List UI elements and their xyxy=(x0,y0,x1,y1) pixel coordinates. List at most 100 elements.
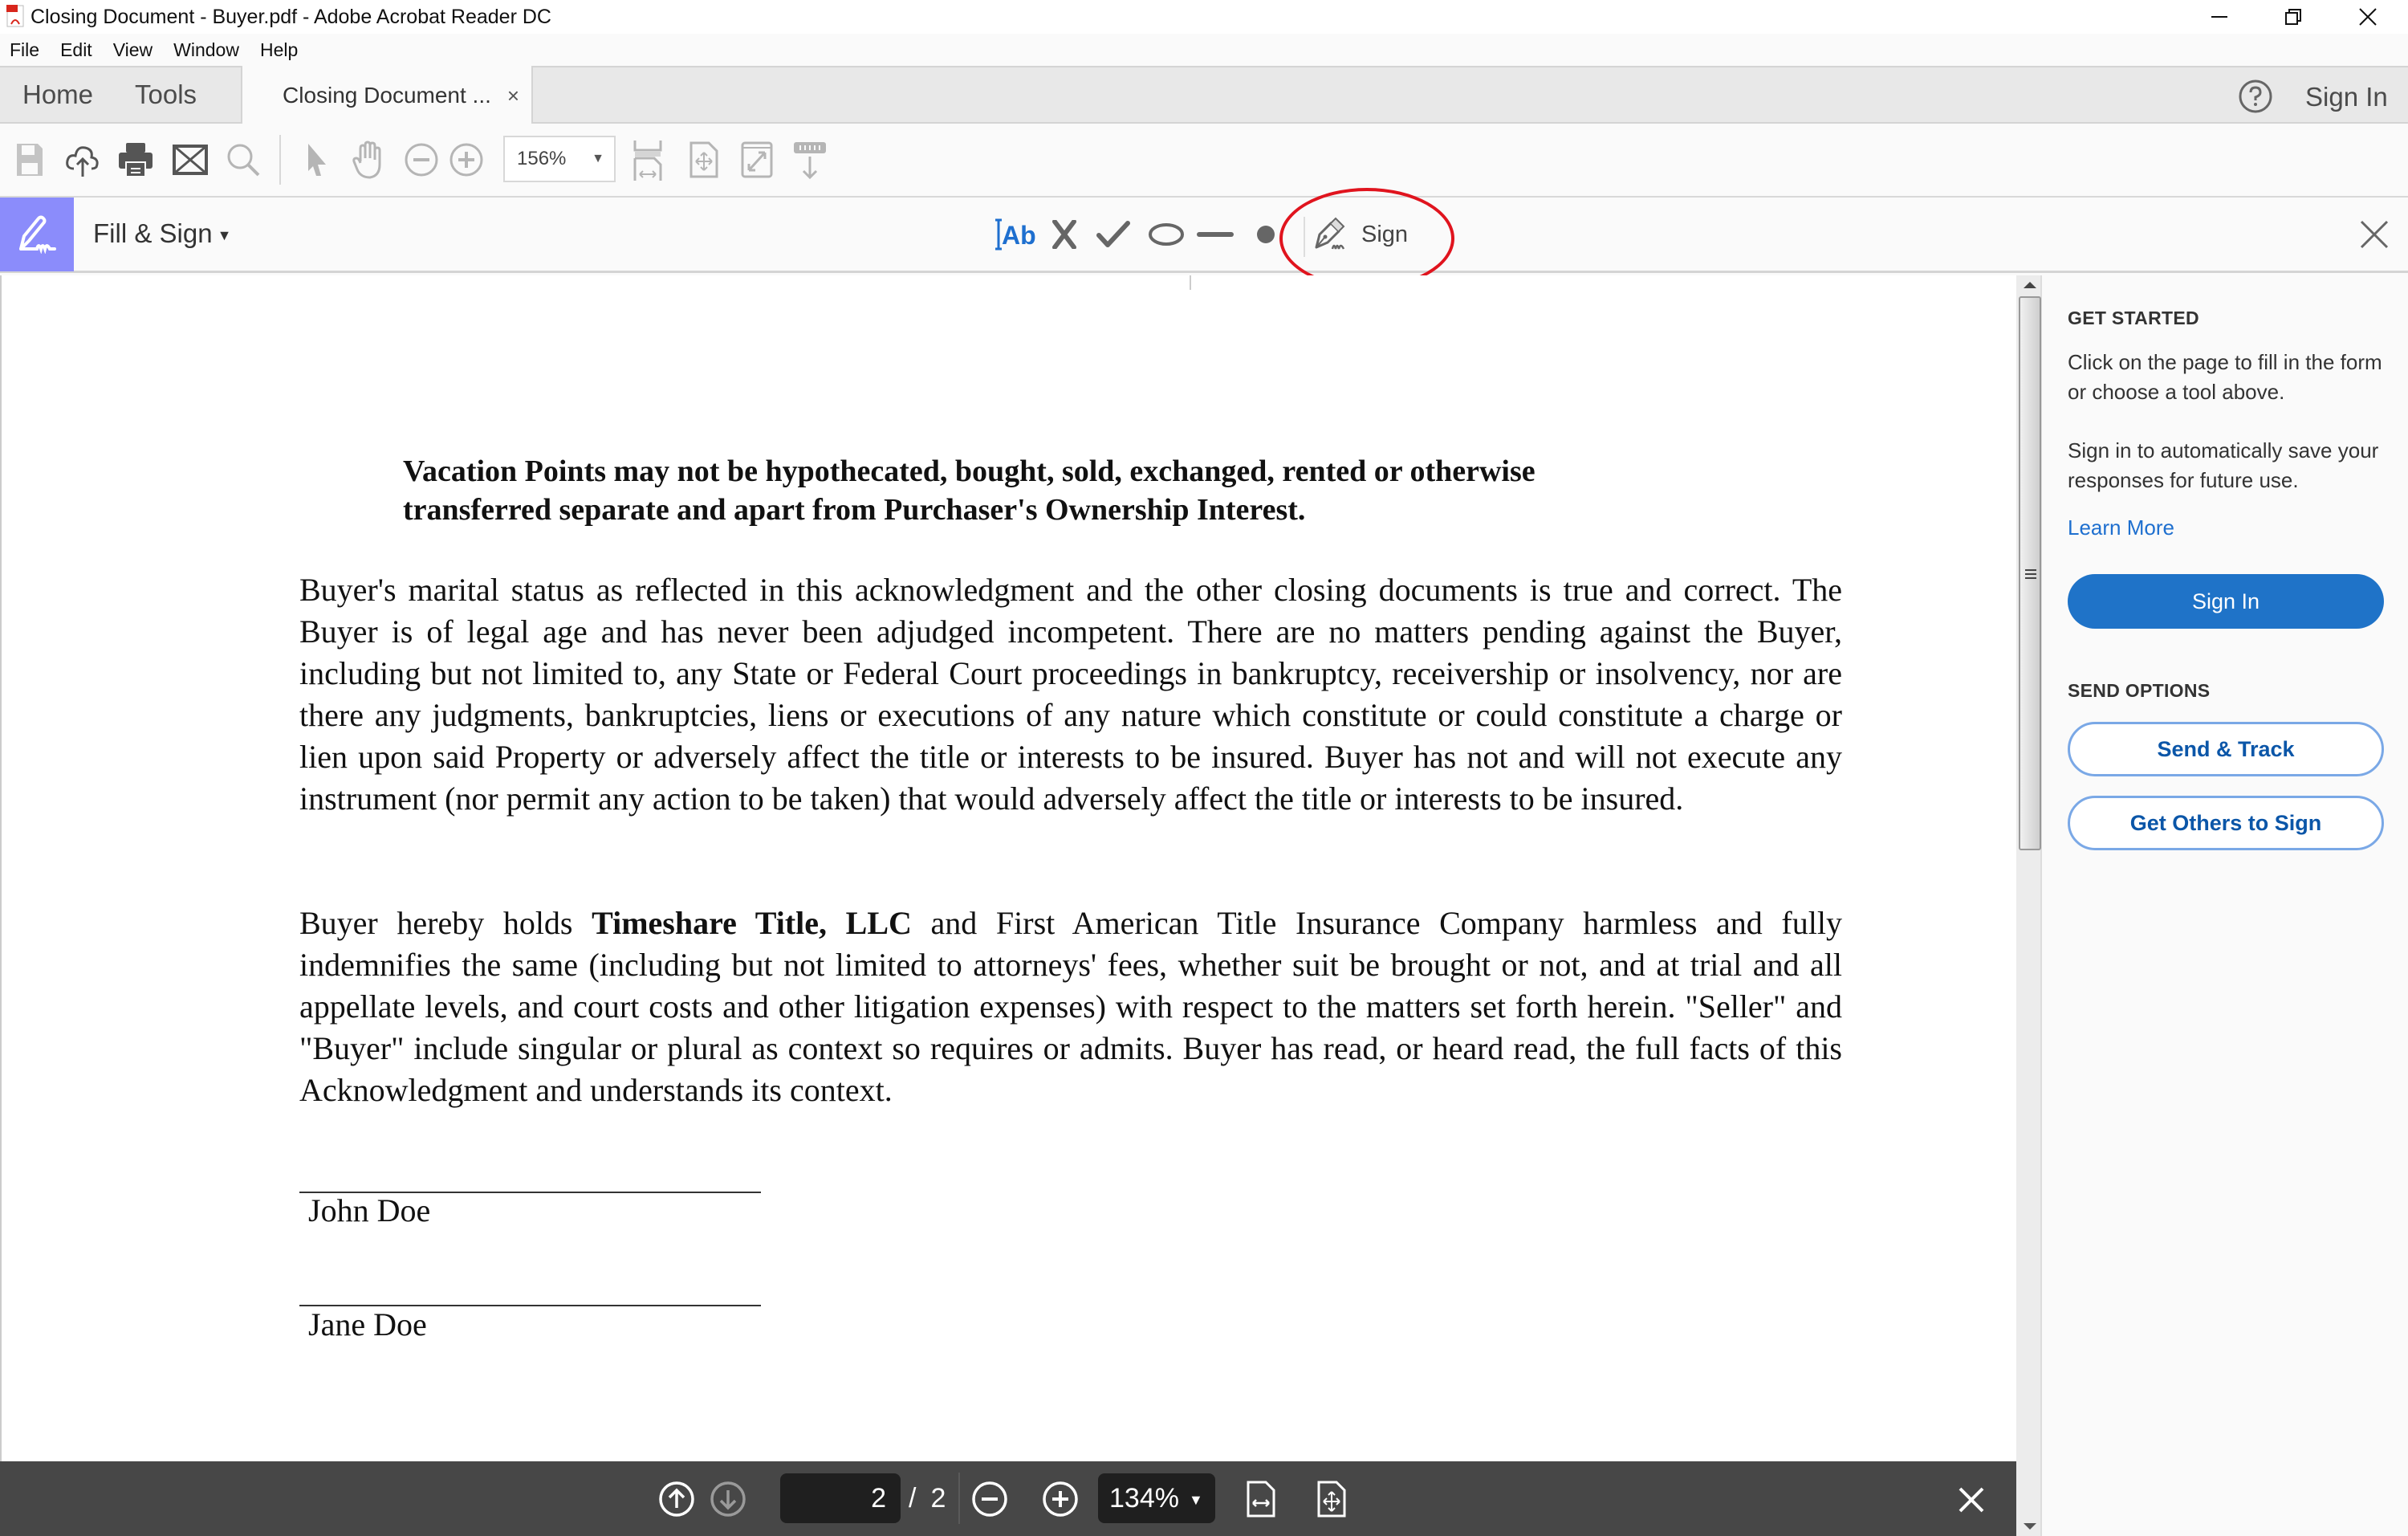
search-button[interactable] xyxy=(223,140,263,180)
page-divider xyxy=(1190,275,1191,290)
dot-tool[interactable] xyxy=(1254,214,1278,255)
help-icon[interactable] xyxy=(2238,79,2273,114)
read-mode-button[interactable] xyxy=(790,140,830,180)
fit-page-icon xyxy=(1317,1481,1346,1518)
hand-tool-button[interactable] xyxy=(348,140,388,180)
circle-tool[interactable] xyxy=(1146,214,1186,255)
scroll-mode-button[interactable] xyxy=(628,140,668,181)
check-mark-icon xyxy=(1096,221,1130,247)
cross-mark-icon xyxy=(1052,220,1076,249)
print-button[interactable] xyxy=(116,140,156,180)
document-heading: Vacation Points may not be hypothecated,… xyxy=(403,454,1536,527)
cross-mark-tool[interactable] xyxy=(1048,214,1080,255)
fit-page-button[interactable] xyxy=(684,140,724,180)
tab-document[interactable]: Closing Document ... × xyxy=(241,66,533,125)
window-title: Closing Document - Buyer.pdf - Adobe Acr… xyxy=(31,6,551,28)
menu-edit[interactable]: Edit xyxy=(60,39,92,61)
full-screen-button[interactable] xyxy=(737,140,777,180)
get-started-instructions: Click on the page to fill in the form or… xyxy=(2068,350,2382,404)
fill-sign-pen-icon xyxy=(19,215,56,254)
bottom-zoom-out-button[interactable] xyxy=(970,1479,1010,1519)
zoom-out-button[interactable] xyxy=(401,140,441,180)
line-icon xyxy=(1197,232,1234,237)
zoom-in-button[interactable] xyxy=(446,140,486,180)
close-navigation-bar-icon[interactable] xyxy=(1955,1484,1987,1516)
tab-close-icon[interactable]: × xyxy=(507,84,519,108)
sign-tool-button[interactable]: Sign xyxy=(1312,212,1408,257)
add-text-tool[interactable]: Ab xyxy=(992,214,1037,255)
hand-pan-icon xyxy=(352,141,381,179)
arrow-up-circle-icon xyxy=(659,1481,694,1517)
fit-width-icon xyxy=(633,141,662,181)
main-toolbar: 156% ▼ xyxy=(0,124,2408,198)
text-cursor-ab-icon: Ab xyxy=(995,218,1036,251)
chevron-down-icon: ▼ xyxy=(592,152,604,165)
sign-label: Sign xyxy=(1361,221,1409,247)
sign-in-prompt: Sign in to automatically save your respo… xyxy=(2068,438,2379,492)
zoom-out-icon xyxy=(405,143,438,177)
fit-width-icon xyxy=(1247,1481,1275,1518)
print-icon xyxy=(119,143,153,177)
tab-tools[interactable]: Tools xyxy=(135,75,197,114)
search-icon xyxy=(227,144,260,177)
close-fill-sign-icon[interactable] xyxy=(2358,218,2390,251)
fill-sign-tool-badge xyxy=(0,198,74,271)
save-button[interactable] xyxy=(10,140,50,180)
tab-home[interactable]: Home xyxy=(22,75,93,114)
minimize-button[interactable] xyxy=(2183,0,2255,34)
menu-help[interactable]: Help xyxy=(260,39,298,61)
bottom-zoom-in-button[interactable] xyxy=(1040,1479,1080,1519)
close-window-button[interactable] xyxy=(2332,0,2404,34)
bottom-zoom-value: 134% xyxy=(1109,1483,1179,1514)
menu-bar: File Edit View Window Help xyxy=(0,34,2408,66)
document-paragraph-2: Buyer hereby holds Timeshare Title, LLC … xyxy=(299,902,1842,1111)
tab-bar: Home Tools Closing Document ... × Sign I… xyxy=(0,66,2408,125)
scroll-up-arrow-icon[interactable] xyxy=(2024,282,2036,288)
menu-file[interactable]: File xyxy=(10,39,39,61)
email-button[interactable] xyxy=(170,140,210,180)
total-pages: 2 xyxy=(930,1483,946,1514)
zoom-level-dropdown[interactable]: 156% ▼ xyxy=(503,136,616,182)
learn-more-link[interactable]: Learn More xyxy=(2068,513,2174,543)
upload-cloud-button[interactable] xyxy=(63,140,103,180)
menu-view[interactable]: View xyxy=(113,39,153,61)
fill-sign-title: Fill & Sign xyxy=(93,218,213,248)
toolbar-separator xyxy=(279,135,281,185)
fill-sign-separator xyxy=(1304,217,1305,257)
document-viewport[interactable]: Vacation Points may not be hypothecated,… xyxy=(0,275,2016,1461)
line-tool[interactable] xyxy=(1196,214,1235,255)
company-name: Timeshare Title, LLC xyxy=(592,905,912,941)
title-bar: Closing Document - Buyer.pdf - Adobe Acr… xyxy=(0,0,2408,34)
sign-in-button[interactable]: Sign In xyxy=(2068,574,2384,629)
sign-in-link[interactable]: Sign In xyxy=(2305,79,2388,116)
zoom-level-value: 156% xyxy=(517,148,567,169)
minimize-icon xyxy=(2211,16,2227,18)
check-mark-tool[interactable] xyxy=(1095,214,1132,255)
page-separator: / xyxy=(909,1483,917,1514)
grip-icon xyxy=(2025,569,2036,579)
get-others-to-sign-button[interactable]: Get Others to Sign xyxy=(2068,796,2384,850)
zoom-in-icon xyxy=(1043,1481,1078,1517)
scroll-down-arrow-icon[interactable] xyxy=(2024,1523,2036,1530)
fill-sign-menu[interactable]: Fill & Sign ▼ xyxy=(93,215,231,254)
bottom-zoom-dropdown[interactable]: 134% ▼ xyxy=(1098,1473,1215,1523)
next-page-button[interactable] xyxy=(708,1479,748,1519)
send-and-track-button[interactable]: Send & Track xyxy=(2068,722,2384,776)
fit-width-button[interactable] xyxy=(1241,1479,1281,1519)
fit-page-button[interactable] xyxy=(1312,1479,1352,1519)
fill-sign-toolbar: Fill & Sign ▼ Ab Sign xyxy=(0,198,2408,273)
select-tool-button[interactable] xyxy=(297,140,337,180)
get-started-heading: GET STARTED xyxy=(2068,308,2199,328)
previous-page-button[interactable] xyxy=(657,1479,697,1519)
read-mode-icon xyxy=(794,142,826,179)
fountain-pen-sign-icon xyxy=(1315,217,1345,250)
paragraph-2-prefix: Buyer hereby holds xyxy=(299,905,592,941)
signatory-name-2: Jane Doe xyxy=(308,1306,427,1342)
send-options-heading: SEND OPTIONS xyxy=(2068,680,2211,701)
vertical-scrollbar[interactable] xyxy=(2016,275,2042,1536)
dot-icon xyxy=(1257,226,1275,243)
add-text-label: Ab xyxy=(1002,221,1036,250)
scrollbar-thumb[interactable] xyxy=(2019,296,2041,850)
menu-window[interactable]: Window xyxy=(173,39,239,61)
restore-button[interactable] xyxy=(2257,0,2329,34)
